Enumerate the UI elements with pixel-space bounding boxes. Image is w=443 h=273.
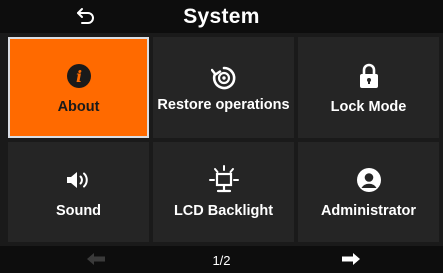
about-tile[interactable]: i About bbox=[8, 37, 149, 138]
administrator-tile[interactable]: Administrator bbox=[298, 142, 439, 242]
user-icon bbox=[356, 165, 382, 195]
sound-label: Sound bbox=[55, 203, 102, 219]
speaker-icon bbox=[65, 165, 93, 195]
restore-operations-tile[interactable]: Restore operations bbox=[153, 37, 294, 138]
pagination-bar: 1/2 bbox=[0, 246, 443, 273]
lock-icon bbox=[358, 61, 380, 91]
restore-operations-label: Restore operations bbox=[157, 96, 290, 113]
lcd-backlight-label: LCD Backlight bbox=[173, 203, 274, 219]
administrator-label: Administrator bbox=[320, 203, 417, 219]
info-icon: i bbox=[66, 61, 92, 91]
page-title: System bbox=[183, 4, 260, 28]
lock-mode-tile[interactable]: Lock Mode bbox=[298, 37, 439, 138]
back-button[interactable] bbox=[73, 4, 99, 28]
sound-tile[interactable]: Sound bbox=[8, 142, 149, 242]
lock-mode-label: Lock Mode bbox=[330, 98, 407, 115]
lcd-backlight-tile[interactable]: LCD Backlight bbox=[153, 142, 294, 242]
page-indicator: 1/2 bbox=[212, 253, 231, 268]
about-label: About bbox=[57, 98, 100, 115]
next-page-button[interactable] bbox=[340, 251, 362, 267]
restore-icon bbox=[210, 63, 237, 93]
back-arrow-icon bbox=[77, 8, 94, 24]
settings-grid: i About Restore operations Lock Mode Sou… bbox=[8, 37, 439, 242]
right-arrow-icon bbox=[342, 253, 360, 265]
backlight-icon bbox=[208, 165, 239, 195]
svg-text:i: i bbox=[75, 67, 81, 86]
title-bar: System bbox=[0, 0, 443, 33]
